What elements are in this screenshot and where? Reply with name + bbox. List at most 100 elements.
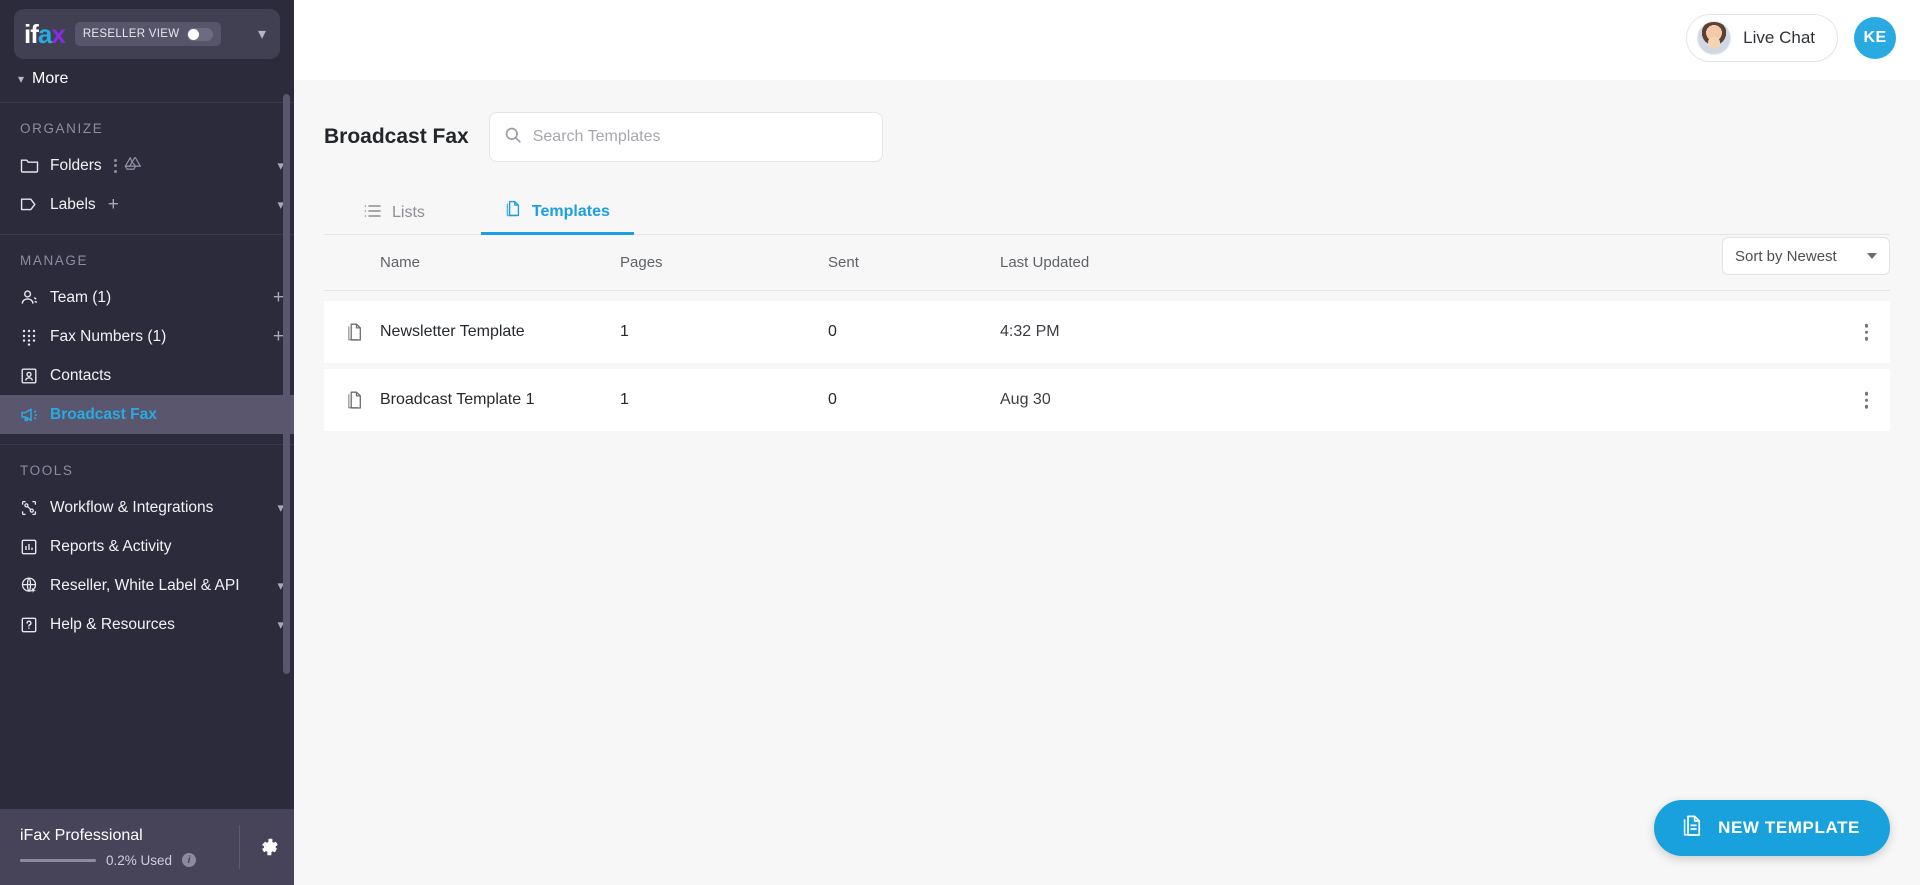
sidebar-item-reports-activity[interactable]: Reports & Activity <box>0 527 294 566</box>
bar-chart-icon <box>20 538 50 556</box>
search-input[interactable] <box>532 128 868 146</box>
sidebar-item-label: More <box>32 70 69 87</box>
sidebar: ifax RESELLER VIEW ▾ ▾ More ORGANIZE Fol… <box>0 0 294 885</box>
top-bar-actions: Live Chat KE <box>1686 14 1896 62</box>
sidebar-item-labels[interactable]: Labels + ▾ <box>0 185 294 224</box>
templates-list: Newsletter Template 1 0 4:32 PM Broadcas… <box>324 301 1890 431</box>
search-icon <box>504 126 522 149</box>
info-icon[interactable]: i <box>182 853 197 867</box>
main-content: Broadcast Fax Lists Templates <box>284 80 1920 885</box>
document-icon <box>505 200 521 223</box>
sidebar-section-manage: MANAGE <box>20 253 89 268</box>
sidebar-item-fax-numbers[interactable]: Fax Numbers (1) + <box>0 317 294 356</box>
tab-lists[interactable]: Lists <box>324 191 481 235</box>
keypad-icon <box>20 328 50 346</box>
megaphone-icon <box>20 407 50 423</box>
reseller-view-toggle[interactable]: RESELLER VIEW <box>74 22 222 46</box>
sidebar-scrollbar[interactable] <box>283 94 290 674</box>
live-chat-agent-avatar <box>1697 21 1732 55</box>
row-more-options-icon[interactable] <box>1861 320 1873 345</box>
sidebar-item-label: Help & Resources <box>50 615 175 633</box>
content-header: Broadcast Fax <box>294 80 1920 162</box>
sidebar-item-label: Folders <box>50 156 102 174</box>
plus-icon[interactable]: + <box>108 195 119 214</box>
sidebar-item-folders[interactable]: Folders ▾ <box>0 146 294 185</box>
workflow-icon <box>20 499 50 517</box>
tab-templates[interactable]: Templates <box>480 191 634 235</box>
globe-icon <box>20 576 50 595</box>
sidebar-item-contacts[interactable]: Contacts <box>0 356 294 395</box>
folder-icon <box>20 157 50 174</box>
tab-label: Lists <box>392 204 425 221</box>
template-sent: 0 <box>828 391 837 408</box>
live-chat-button[interactable]: Live Chat <box>1686 14 1838 62</box>
usage-label: 0.2% Used <box>106 852 173 868</box>
contact-card-icon <box>20 367 50 385</box>
new-template-label: NEW TEMPLATE <box>1718 818 1860 837</box>
sidebar-item-workflow-integrations[interactable]: Workflow & Integrations ▾ <box>0 488 294 527</box>
column-header-sent: Sent <box>828 254 859 271</box>
template-last-updated: Aug 30 <box>1000 391 1051 408</box>
search-templates-box[interactable] <box>488 112 883 162</box>
sidebar-item-more[interactable]: ▾ More <box>0 66 294 92</box>
column-header-pages: Pages <box>620 254 663 271</box>
sidebar-item-label: Contacts <box>50 366 112 384</box>
chevron-down-icon: ▾ <box>257 26 266 43</box>
sidebar-item-reseller-white-label-api[interactable]: Reseller, White Label & API ▾ <box>0 566 294 605</box>
label-tag-icon <box>20 197 50 212</box>
sidebar-item-label: Fax Numbers (1) <box>50 327 167 345</box>
plan-footer: iFax Professional 0.2% Used i <box>0 809 294 885</box>
page-title: Broadcast Fax <box>324 125 469 148</box>
plan-name: iFax Professional <box>20 826 143 844</box>
reseller-view-switch[interactable] <box>187 27 214 41</box>
user-avatar[interactable]: KE <box>1854 17 1896 59</box>
more-options-icon[interactable] <box>113 158 117 173</box>
people-icon <box>20 289 50 306</box>
table-row[interactable]: Newsletter Template 1 0 4:32 PM <box>324 301 1890 363</box>
sidebar-item-label: Team (1) <box>50 288 112 306</box>
usage-progress-bar <box>20 858 96 862</box>
sidebar-item-team[interactable]: Team (1) + <box>0 278 294 317</box>
sort-dropdown[interactable]: Sort by Newest <box>1722 237 1890 275</box>
ifax-logo: ifax <box>24 19 66 49</box>
google-drive-icon[interactable] <box>124 156 141 176</box>
document-icon <box>346 390 380 410</box>
template-name: Broadcast Template 1 <box>380 391 535 408</box>
reseller-view-label: RESELLER VIEW <box>82 28 180 40</box>
new-template-button[interactable]: NEW TEMPLATE <box>1654 800 1890 856</box>
plan-usage: 0.2% Used i <box>20 852 197 868</box>
template-pages: 1 <box>620 391 629 408</box>
labels-inline-actions: + <box>108 195 119 214</box>
template-sent: 0 <box>828 323 837 340</box>
folders-inline-actions <box>113 156 141 176</box>
templates-table-header: Name Pages Sent Last Updated Sort by New… <box>324 235 1890 291</box>
question-box-icon <box>20 616 50 634</box>
list-icon <box>364 204 381 223</box>
sidebar-item-label: Labels <box>50 195 96 213</box>
plan-info: iFax Professional 0.2% Used i <box>20 826 197 868</box>
live-chat-label: Live Chat <box>1743 28 1815 47</box>
template-pages: 1 <box>620 323 629 340</box>
column-header-last-updated: Last Updated <box>1000 254 1090 271</box>
divider <box>239 825 240 869</box>
table-row[interactable]: Broadcast Template 1 1 0 Aug 30 <box>324 369 1890 431</box>
sidebar-scroll-area: ▾ More ORGANIZE Folders ▾ Labels + ▾ MAN… <box>0 66 294 809</box>
gear-icon[interactable] <box>258 836 280 858</box>
document-icon <box>346 322 380 342</box>
row-more-options-icon[interactable] <box>1861 388 1873 413</box>
sidebar-item-help-resources[interactable]: Help & Resources ▾ <box>0 605 294 644</box>
broadcast-fax-tabs: Lists Templates <box>324 190 1890 235</box>
sidebar-section-tools: TOOLS <box>20 463 74 478</box>
sort-dropdown-label: Sort by Newest <box>1735 247 1837 265</box>
tab-label: Templates <box>531 202 610 220</box>
sidebar-item-label: Reports & Activity <box>50 537 172 555</box>
column-header-name: Name <box>380 254 421 271</box>
sidebar-item-broadcast-fax[interactable]: Broadcast Fax <box>0 395 294 434</box>
app-root: Live Chat KE ifax RESELLER VIEW ▾ ▾ More… <box>0 0 1920 885</box>
template-name: Newsletter Template <box>380 323 525 340</box>
workspace-switcher[interactable]: ifax RESELLER VIEW ▾ <box>14 9 280 59</box>
sidebar-section-organize: ORGANIZE <box>20 121 104 136</box>
sidebar-item-label: Workflow & Integrations <box>50 498 214 516</box>
document-plus-icon <box>1680 813 1704 844</box>
template-last-updated: 4:32 PM <box>1000 323 1060 340</box>
